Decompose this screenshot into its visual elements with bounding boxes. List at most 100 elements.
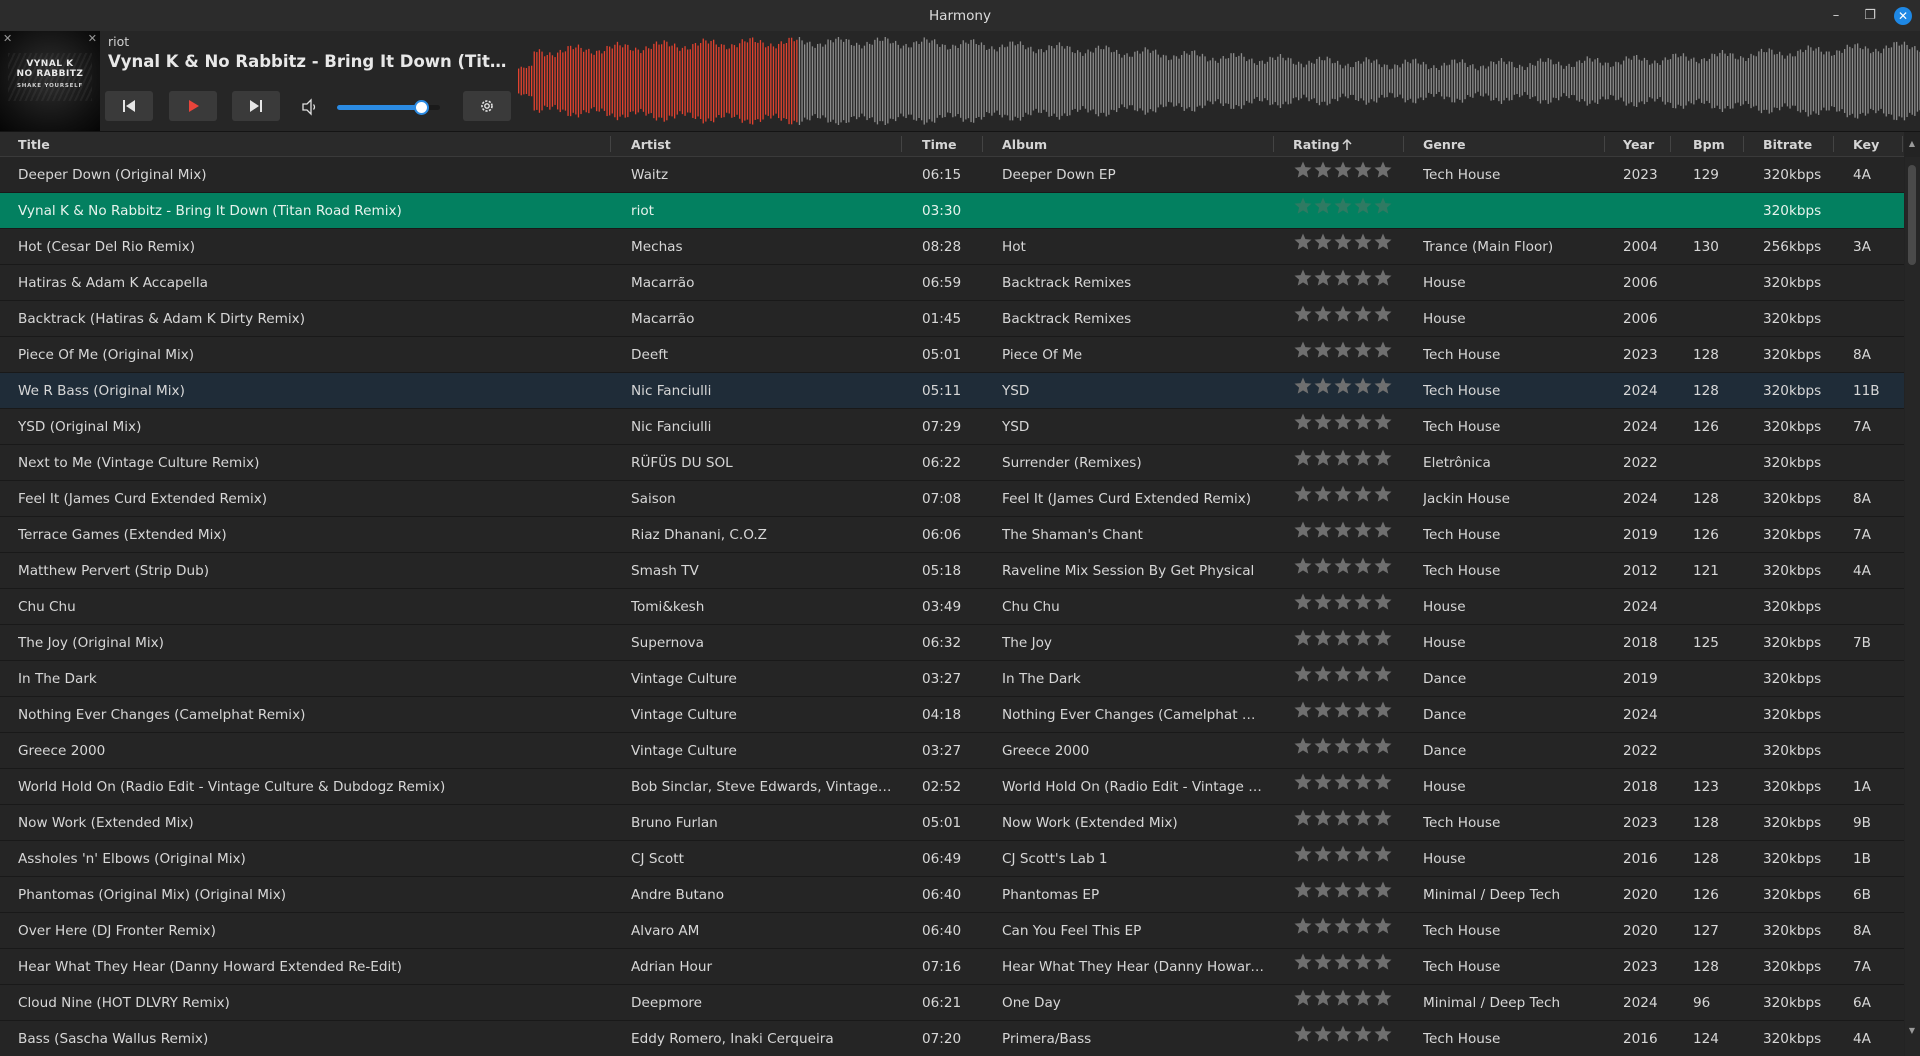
star-icon[interactable] bbox=[1333, 304, 1353, 324]
table-row[interactable]: Cloud Nine (HOT DLVRY Remix) Deepmore 06:2… bbox=[0, 985, 1904, 1021]
rating-stars[interactable] bbox=[1293, 196, 1393, 216]
scroll-down-arrow-icon[interactable]: ▼ bbox=[1906, 1026, 1918, 1040]
rating-stars[interactable] bbox=[1293, 376, 1393, 396]
table-row[interactable]: Nothing Ever Changes (Camelphat Remix) Vi… bbox=[0, 697, 1904, 733]
star-icon[interactable] bbox=[1353, 376, 1373, 396]
star-icon[interactable] bbox=[1373, 952, 1393, 972]
star-icon[interactable] bbox=[1333, 628, 1353, 648]
star-icon[interactable] bbox=[1313, 952, 1333, 972]
star-icon[interactable] bbox=[1333, 664, 1353, 684]
star-icon[interactable] bbox=[1313, 268, 1333, 288]
column-header-bpm[interactable]: Bpm bbox=[1693, 132, 1725, 156]
star-icon[interactable] bbox=[1293, 952, 1313, 972]
star-icon[interactable] bbox=[1293, 628, 1313, 648]
rating-stars[interactable] bbox=[1293, 304, 1393, 324]
star-icon[interactable] bbox=[1333, 448, 1353, 468]
table-row[interactable]: Hatiras & Adam K Accapella Macarrão 06:59 B… bbox=[0, 265, 1904, 301]
star-icon[interactable] bbox=[1373, 808, 1393, 828]
rating-stars[interactable] bbox=[1293, 916, 1393, 936]
star-icon[interactable] bbox=[1333, 412, 1353, 432]
star-icon[interactable] bbox=[1333, 880, 1353, 900]
star-icon[interactable] bbox=[1293, 772, 1313, 792]
star-icon[interactable] bbox=[1333, 808, 1353, 828]
star-icon[interactable] bbox=[1293, 916, 1313, 936]
star-icon[interactable] bbox=[1333, 592, 1353, 612]
star-icon[interactable] bbox=[1333, 988, 1353, 1008]
star-icon[interactable] bbox=[1373, 592, 1393, 612]
star-icon[interactable] bbox=[1353, 484, 1373, 504]
star-icon[interactable] bbox=[1353, 772, 1373, 792]
star-icon[interactable] bbox=[1353, 592, 1373, 612]
table-row[interactable]: Matthew Pervert (Strip Dub) Smash TV 05:18… bbox=[0, 553, 1904, 589]
star-icon[interactable] bbox=[1293, 808, 1313, 828]
star-icon[interactable] bbox=[1353, 880, 1373, 900]
star-icon[interactable] bbox=[1313, 880, 1333, 900]
star-icon[interactable] bbox=[1373, 700, 1393, 720]
star-icon[interactable] bbox=[1353, 520, 1373, 540]
star-icon[interactable] bbox=[1333, 952, 1353, 972]
column-header-title[interactable]: Title bbox=[18, 132, 50, 156]
star-icon[interactable] bbox=[1313, 736, 1333, 756]
table-row[interactable]: Next to Me (Vintage Culture Remix) RÜFÜS … bbox=[0, 445, 1904, 481]
star-icon[interactable] bbox=[1373, 484, 1393, 504]
star-icon[interactable] bbox=[1373, 736, 1393, 756]
star-icon[interactable] bbox=[1333, 772, 1353, 792]
star-icon[interactable] bbox=[1293, 448, 1313, 468]
star-icon[interactable] bbox=[1373, 232, 1393, 252]
star-icon[interactable] bbox=[1353, 844, 1373, 864]
star-icon[interactable] bbox=[1313, 916, 1333, 936]
star-icon[interactable] bbox=[1313, 304, 1333, 324]
star-icon[interactable] bbox=[1353, 1024, 1373, 1044]
star-icon[interactable] bbox=[1293, 664, 1313, 684]
volume-slider[interactable] bbox=[337, 100, 440, 115]
column-header-bitrate[interactable]: Bitrate bbox=[1763, 132, 1812, 156]
track-table[interactable]: Deeper Down (Original Mix) Waitz 06:15 Deep… bbox=[0, 157, 1904, 1056]
waveform-seekbar[interactable] bbox=[516, 34, 1920, 128]
star-icon[interactable] bbox=[1373, 268, 1393, 288]
star-icon[interactable] bbox=[1353, 232, 1373, 252]
rating-stars[interactable] bbox=[1293, 340, 1393, 360]
rating-stars[interactable] bbox=[1293, 232, 1393, 252]
table-row[interactable]: Phantomas (Original Mix) (Original Mix) A… bbox=[0, 877, 1904, 913]
star-icon[interactable] bbox=[1313, 376, 1333, 396]
star-icon[interactable] bbox=[1333, 1024, 1353, 1044]
column-header-key[interactable]: Key bbox=[1853, 132, 1879, 156]
star-icon[interactable] bbox=[1373, 304, 1393, 324]
column-divider[interactable] bbox=[1273, 136, 1274, 152]
previous-button[interactable] bbox=[105, 91, 153, 121]
star-icon[interactable] bbox=[1353, 952, 1373, 972]
column-divider[interactable] bbox=[901, 136, 902, 152]
star-icon[interactable] bbox=[1293, 304, 1313, 324]
star-icon[interactable] bbox=[1293, 736, 1313, 756]
star-icon[interactable] bbox=[1313, 700, 1333, 720]
star-icon[interactable] bbox=[1353, 448, 1373, 468]
star-icon[interactable] bbox=[1353, 556, 1373, 576]
rating-stars[interactable] bbox=[1293, 520, 1393, 540]
table-row[interactable]: Terrace Games (Extended Mix) Riaz Dhanani… bbox=[0, 517, 1904, 553]
table-row[interactable]: Feel It (James Curd Extended Remix) Saiso… bbox=[0, 481, 1904, 517]
star-icon[interactable] bbox=[1353, 628, 1373, 648]
close-icon[interactable]: ✕ bbox=[1894, 6, 1912, 25]
column-header-genre[interactable]: Genre bbox=[1423, 132, 1466, 156]
star-icon[interactable] bbox=[1333, 844, 1353, 864]
column-header-year[interactable]: Year bbox=[1623, 132, 1654, 156]
star-icon[interactable] bbox=[1313, 448, 1333, 468]
table-row[interactable]: Bass (Sascha Wallus Remix) Eddy Romero, I… bbox=[0, 1021, 1904, 1056]
star-icon[interactable] bbox=[1353, 412, 1373, 432]
star-icon[interactable] bbox=[1313, 340, 1333, 360]
settings-button[interactable] bbox=[463, 91, 511, 121]
star-icon[interactable] bbox=[1313, 232, 1333, 252]
star-icon[interactable] bbox=[1333, 700, 1353, 720]
column-divider[interactable] bbox=[982, 136, 983, 152]
table-row[interactable]: YSD (Original Mix) Nic Fanciulli 07:29 YSD T… bbox=[0, 409, 1904, 445]
rating-stars[interactable] bbox=[1293, 844, 1393, 864]
volume-icon[interactable] bbox=[300, 97, 320, 117]
column-divider[interactable] bbox=[1604, 136, 1605, 152]
rating-stars[interactable] bbox=[1293, 772, 1393, 792]
star-icon[interactable] bbox=[1373, 1024, 1393, 1044]
rating-stars[interactable] bbox=[1293, 1024, 1393, 1044]
star-icon[interactable] bbox=[1313, 412, 1333, 432]
rating-stars[interactable] bbox=[1293, 988, 1393, 1008]
table-row[interactable]: Vynal K & No Rabbitz - Bring It Down (Ti… bbox=[0, 193, 1904, 229]
star-icon[interactable] bbox=[1313, 556, 1333, 576]
